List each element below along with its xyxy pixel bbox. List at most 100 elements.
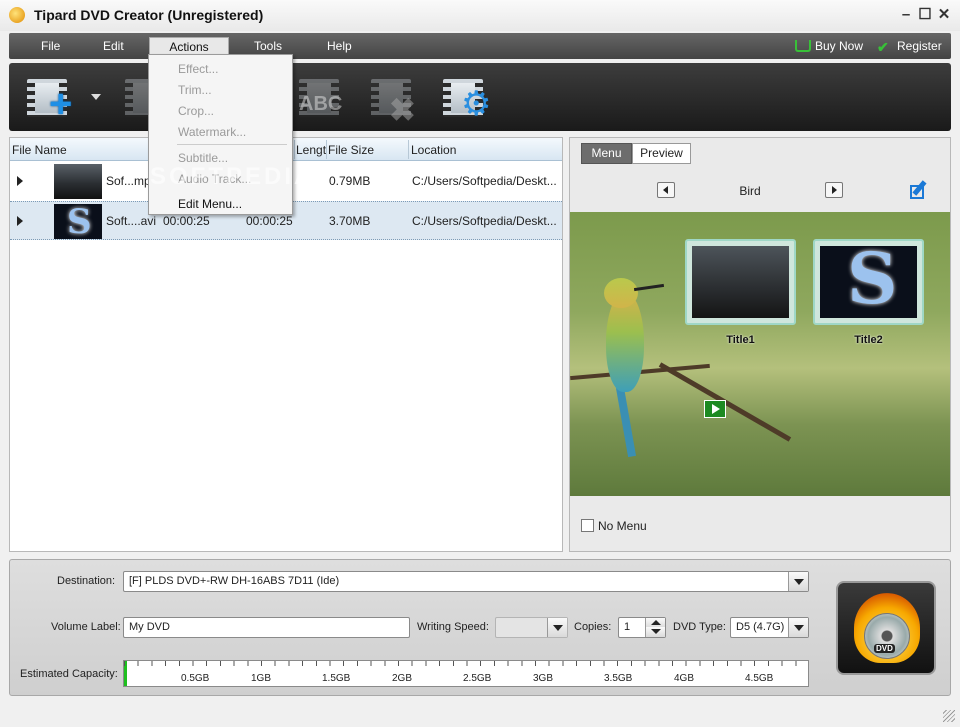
menu-title-label[interactable]: Title2 — [813, 334, 924, 346]
buy-now-label: Buy Now — [815, 39, 864, 53]
file-name-cell: Soft....avi — [106, 214, 157, 228]
subtitle-button[interactable]: ABC — [295, 75, 351, 121]
capacity-tick-label: 3GB — [533, 673, 554, 684]
menu-help[interactable]: Help — [327, 39, 352, 53]
menu-item-trim[interactable]: Trim... — [178, 83, 212, 97]
add-file-button[interactable]: + — [23, 75, 79, 126]
edit-menu-icon[interactable] — [909, 180, 931, 200]
chevron-down-icon[interactable] — [788, 572, 808, 591]
location-cell: C:/Users/Softpedia/Deskt... — [412, 174, 557, 188]
menu-item-edit-menu[interactable]: Edit Menu... — [178, 197, 242, 211]
dvd-type-label: DVD Type: — [673, 621, 726, 633]
previous-theme-button[interactable] — [657, 182, 675, 198]
expand-arrow-icon[interactable] — [17, 216, 23, 226]
cart-icon — [795, 40, 811, 52]
buy-now-button[interactable]: Buy Now — [795, 39, 863, 53]
video-thumbnail: S — [54, 202, 102, 242]
x-icon: ✖ — [389, 92, 416, 128]
video-thumbnail — [54, 164, 102, 199]
writing-speed-label: Writing Speed: — [417, 621, 489, 633]
register-button[interactable]: ✔ Register — [877, 39, 942, 55]
menu-preview-panel: Menu Preview Bird S Title1 Title2 No Men… — [569, 137, 951, 552]
theme-name: Bird — [739, 184, 761, 198]
capacity-tick-label: 4GB — [674, 673, 695, 684]
copies-label: Copies: — [574, 621, 612, 633]
bird-head — [604, 278, 638, 308]
column-file-name[interactable]: File Name — [12, 143, 67, 157]
menu-title-thumbnail[interactable] — [685, 239, 796, 325]
bird-tail — [615, 386, 637, 458]
file-size-cell: 0.79MB — [329, 174, 371, 188]
resize-grip-icon[interactable] — [943, 710, 955, 722]
output-settings-panel: Destination: [F] PLDS DVD+-RW DH-16ABS 7… — [9, 559, 951, 696]
copies-stepper[interactable]: 1 — [618, 617, 666, 638]
capacity-tick-label: 2.5GB — [463, 673, 492, 684]
menu-edit[interactable]: Edit — [103, 39, 124, 53]
menu-title-thumbnail[interactable]: S — [813, 237, 924, 325]
add-file-dropdown-icon[interactable] — [91, 94, 101, 100]
capacity-bar: 0.5GB 1GB 1.5GB 2GB 2.5GB 3GB 3.5GB 4GB 4.5GB — [123, 660, 809, 687]
menu-file[interactable]: File — [41, 39, 60, 53]
thumbnail-s-glyph: S — [847, 237, 898, 320]
delete-button[interactable]: ✖ — [367, 75, 423, 128]
tab-menu[interactable]: Menu — [581, 143, 632, 164]
menu-canvas[interactable]: S Title1 Title2 — [570, 212, 950, 496]
destination-label: Destination: — [57, 575, 116, 587]
length-cell: 00:00:25 — [246, 214, 293, 228]
actions-dropdown-menu: Effect... Trim... Crop... Watermark... S… — [148, 54, 293, 215]
column-file-size[interactable]: File Size — [328, 143, 374, 157]
next-theme-button[interactable] — [825, 182, 843, 198]
capacity-tick-label: 0.5GB — [181, 673, 210, 684]
writing-speed-select[interactable] — [495, 617, 568, 638]
volume-label-input[interactable]: My DVD — [123, 617, 410, 638]
menu-separator — [177, 144, 287, 145]
burn-button[interactable]: DVD — [836, 581, 936, 675]
gear-icon: ⚙ — [461, 85, 492, 123]
column-separator — [326, 140, 327, 159]
column-location[interactable]: Location — [411, 143, 456, 157]
capacity-tick-label: 2GB — [392, 673, 413, 684]
location-cell: C:/Users/Softpedia/Deskt... — [412, 214, 557, 228]
maximize-icon[interactable]: ☐ — [917, 7, 933, 23]
window-title: Tipard DVD Creator (Unregistered) — [34, 7, 264, 23]
menu-item-crop[interactable]: Crop... — [178, 104, 214, 118]
column-separator — [408, 140, 409, 159]
dvd-type-select[interactable]: D5 (4.7G) — [730, 617, 809, 638]
thumbnail-s-glyph: S — [67, 202, 92, 242]
chevron-down-icon[interactable] — [547, 618, 567, 637]
capacity-tick-label: 3.5GB — [604, 673, 633, 684]
subtitle-abc-text: ABC — [299, 93, 343, 115]
menu-item-subtitle[interactable]: Subtitle... — [178, 151, 228, 165]
menu-item-effect[interactable]: Effect... — [178, 62, 218, 76]
minimize-icon[interactable]: – — [898, 7, 914, 23]
chevron-down-icon[interactable] — [788, 618, 808, 637]
estimated-capacity-label: Estimated Capacity: — [20, 668, 118, 680]
dvd-type-value: D5 (4.7G) — [736, 621, 785, 633]
destination-value: [F] PLDS DVD+-RW DH-16ABS 7D11 (Ide) — [129, 575, 340, 587]
expand-arrow-icon[interactable] — [17, 176, 23, 186]
no-menu-label: No Menu — [598, 519, 647, 533]
menu-item-audio-track[interactable]: Audio Track... — [178, 172, 251, 186]
register-label: Register — [897, 39, 942, 53]
volume-label-label: Volume Label: — [51, 621, 121, 633]
settings-button[interactable]: ⚙ — [439, 75, 495, 121]
title-thumbnail-image — [692, 246, 789, 318]
plus-icon: + — [49, 82, 73, 126]
column-length[interactable]: Lengt — [296, 143, 326, 157]
capacity-tick-label: 1GB — [251, 673, 272, 684]
decrement-icon[interactable] — [645, 627, 665, 637]
bird-beak — [633, 283, 665, 292]
copies-value: 1 — [624, 621, 631, 633]
no-menu-checkbox[interactable] — [581, 519, 594, 532]
app-logo-icon — [9, 7, 25, 23]
burn-dvd-label: DVD — [874, 644, 895, 653]
capacity-tick-label: 1.5GB — [322, 673, 351, 684]
menu-tools[interactable]: Tools — [254, 39, 282, 53]
tab-preview[interactable]: Preview — [632, 143, 691, 164]
menu-item-watermark[interactable]: Watermark... — [178, 125, 246, 139]
play-icon[interactable] — [704, 400, 726, 418]
destination-select[interactable]: [F] PLDS DVD+-RW DH-16ABS 7D11 (Ide) — [123, 571, 809, 592]
menu-title-label[interactable]: Title1 — [685, 334, 796, 346]
title-bar: Tipard DVD Creator (Unregistered) – ☐ ✕ — [0, 0, 960, 31]
close-icon[interactable]: ✕ — [936, 7, 952, 23]
